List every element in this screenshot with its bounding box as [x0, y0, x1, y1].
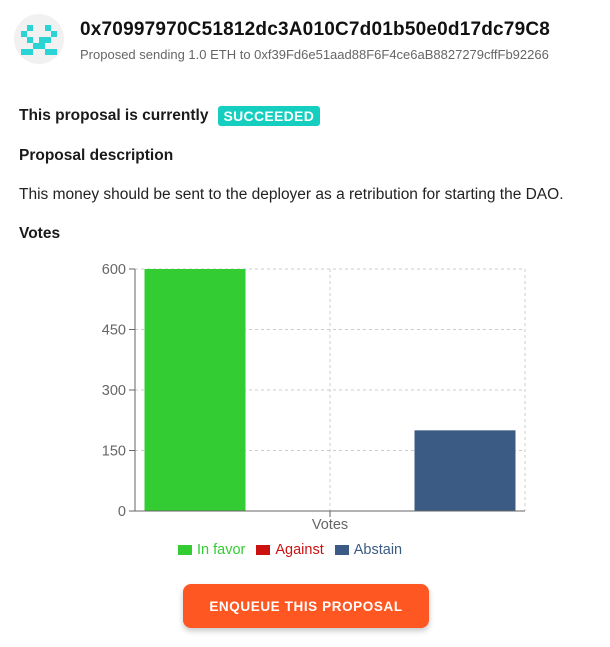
legend-label: In favor: [197, 542, 246, 558]
x-tick-label: Votes: [312, 517, 348, 533]
proposal-summary: Proposed sending 1.0 ETH to 0xf39Fd6e51a…: [80, 46, 549, 62]
legend-label: Abstain: [353, 542, 403, 558]
bar-in-favor: [144, 269, 246, 511]
votes-heading: Votes: [19, 225, 61, 242]
legend-swatch: [256, 545, 271, 555]
chart-legend: In favor Against Abstain: [178, 542, 413, 558]
legend-swatch: [178, 545, 192, 555]
bar-abstain: [414, 430, 516, 511]
description-text: This money should be sent to the deploye…: [19, 186, 564, 203]
proposal-status: This proposal is currently SUCCEEDED: [19, 106, 321, 126]
votes-chart: 0 150 300 450 600 Votes: [102, 262, 526, 533]
proposal-header: 0x70997970C51812dc3A010C7d01b50e0d17dc79…: [14, 14, 550, 64]
enqueue-proposal-button[interactable]: ENQUEUE THIS PROPOSAL: [183, 584, 429, 628]
legend-swatch: [334, 545, 349, 555]
avatar: [14, 14, 64, 64]
y-tick-label: 150: [102, 444, 126, 460]
description-heading: Proposal description: [19, 147, 174, 164]
legend-item-in-favor[interactable]: In favor: [178, 542, 245, 558]
legend-item-against[interactable]: Against: [256, 542, 324, 558]
legend-label: Against: [275, 542, 324, 558]
y-tick-label: 0: [118, 504, 126, 520]
identicon-icon: [21, 25, 57, 55]
legend-item-abstain[interactable]: Abstain: [334, 542, 403, 558]
status-prefix: This proposal is currently: [19, 107, 209, 124]
y-tick-label: 300: [102, 383, 126, 399]
y-tick-label: 600: [102, 262, 126, 278]
status-badge: SUCCEEDED: [217, 106, 321, 126]
y-tick-label: 450: [102, 323, 126, 339]
proposer-address: 0x70997970C51812dc3A010C7d01b50e0d17dc79…: [80, 18, 551, 40]
